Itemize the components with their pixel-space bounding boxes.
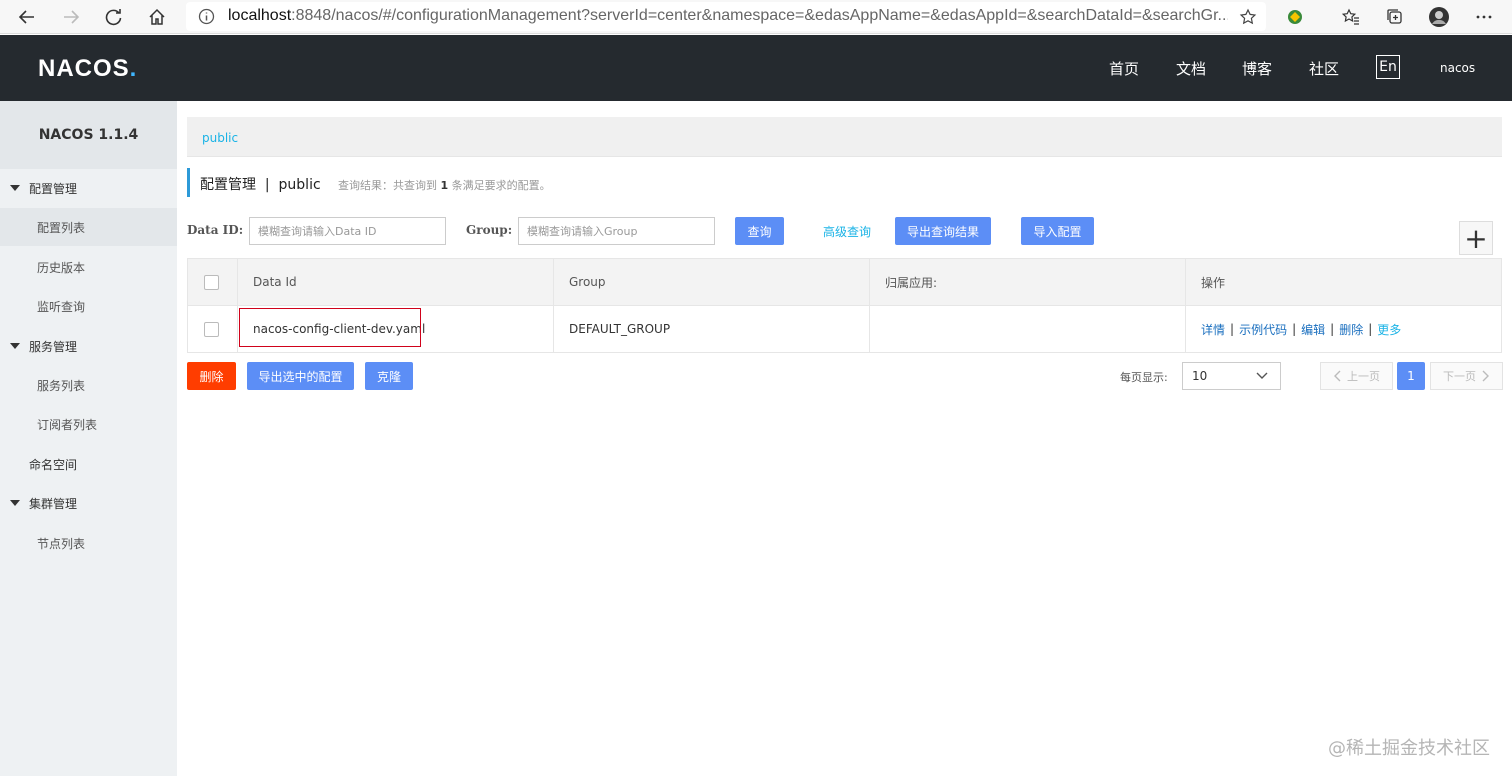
nacos-logo[interactable]: NACOS. bbox=[38, 55, 137, 83]
refresh-icon[interactable] bbox=[101, 4, 127, 30]
forward-icon[interactable] bbox=[58, 4, 84, 30]
cell-group: DEFAULT_GROUP bbox=[554, 306, 870, 352]
sidebar-group-service[interactable]: 服务管理 bbox=[0, 327, 177, 365]
favorites-icon[interactable] bbox=[1338, 4, 1364, 30]
app-header: NACOS. 首页 文档 博客 社区 En nacos bbox=[0, 35, 1512, 101]
advanced-query-link[interactable]: 高级查询 bbox=[823, 223, 871, 240]
sidebar-group-cluster[interactable]: 集群管理 bbox=[0, 484, 177, 522]
favorite-star-icon[interactable] bbox=[1235, 4, 1261, 30]
nav-community[interactable]: 社区 bbox=[1309, 58, 1339, 79]
nav-docs[interactable]: 文档 bbox=[1176, 58, 1206, 79]
header-app: 归属应用: bbox=[870, 259, 1186, 305]
import-config-button[interactable]: 导入配置 bbox=[1021, 217, 1094, 245]
address-bar[interactable]: localhost:8848/nacos/#/configurationMana… bbox=[186, 2, 1266, 31]
export-selected-button[interactable]: 导出选中的配置 bbox=[247, 362, 354, 390]
op-edit[interactable]: 编辑 bbox=[1301, 321, 1325, 338]
watermark: @稀土掘金技术社区 bbox=[1328, 738, 1490, 759]
caret-down-icon bbox=[10, 185, 20, 191]
chevron-right-icon bbox=[1482, 370, 1489, 382]
browser-toolbar: localhost:8848/nacos/#/configurationMana… bbox=[0, 0, 1512, 34]
op-detail[interactable]: 详情 bbox=[1201, 321, 1225, 338]
sidebar-item-namespace[interactable]: 命名空间 bbox=[0, 445, 177, 483]
op-sample-code[interactable]: 示例代码 bbox=[1239, 321, 1287, 338]
header-group: Group bbox=[554, 259, 870, 305]
dataid-input[interactable]: 模糊查询请输入Data ID bbox=[249, 217, 446, 245]
sidebar-item-subscriber-list[interactable]: 订阅者列表 bbox=[0, 405, 177, 443]
sidebar-group-config[interactable]: 配置管理 bbox=[0, 169, 177, 207]
per-page-label: 每页显示: bbox=[1120, 371, 1168, 384]
sidebar-title: NACOS 1.1.4 bbox=[0, 101, 177, 169]
profile-avatar-icon[interactable] bbox=[1426, 4, 1452, 30]
url-text: localhost:8848/nacos/#/configurationMana… bbox=[228, 7, 1228, 24]
title-accent bbox=[187, 168, 190, 197]
cell-actions: 详情 | 示例代码 | 编辑 | 删除 | 更多 bbox=[1201, 321, 1402, 338]
sidebar-item-listener-query[interactable]: 监听查询 bbox=[0, 287, 177, 325]
chevron-down-icon bbox=[1256, 372, 1268, 379]
query-button[interactable]: 查询 bbox=[735, 217, 784, 245]
caret-down-icon bbox=[10, 343, 20, 349]
per-page-select[interactable]: 10 bbox=[1182, 362, 1281, 390]
cell-app bbox=[870, 306, 1186, 352]
info-icon[interactable] bbox=[198, 8, 215, 25]
page-title: 配置管理 | public bbox=[200, 177, 321, 193]
nav-home[interactable]: 首页 bbox=[1109, 58, 1139, 79]
prev-page-button[interactable]: 上一页 bbox=[1320, 362, 1393, 390]
namespace-bar: public bbox=[187, 117, 1502, 157]
nav-blog[interactable]: 博客 bbox=[1242, 58, 1272, 79]
extension-icon[interactable] bbox=[1282, 4, 1308, 30]
op-more[interactable]: 更多 bbox=[1377, 321, 1401, 338]
export-results-button[interactable]: 导出查询结果 bbox=[895, 217, 991, 245]
user-name[interactable]: nacos bbox=[1440, 61, 1475, 75]
result-summary: 查询结果：共查询到 1 条满足要求的配置。 bbox=[338, 179, 551, 192]
group-input[interactable]: 模糊查询请输入Group bbox=[518, 217, 715, 245]
more-menu-icon[interactable] bbox=[1471, 4, 1497, 30]
collections-icon[interactable] bbox=[1382, 4, 1408, 30]
delete-button[interactable]: 删除 bbox=[187, 362, 236, 390]
caret-down-icon bbox=[10, 500, 20, 506]
header-actions: 操作 bbox=[1201, 275, 1226, 290]
row-checkbox[interactable] bbox=[204, 321, 219, 337]
highlight-annotation-box bbox=[239, 308, 421, 347]
op-delete[interactable]: 删除 bbox=[1339, 321, 1363, 338]
add-config-button[interactable]: + bbox=[1459, 221, 1493, 255]
dataid-label: Data ID: bbox=[187, 223, 244, 237]
sidebar-item-service-list[interactable]: 服务列表 bbox=[0, 366, 177, 404]
sidebar-item-config-list[interactable]: 配置列表 bbox=[0, 208, 177, 246]
clone-button[interactable]: 克隆 bbox=[365, 362, 413, 390]
chevron-left-icon bbox=[1334, 370, 1341, 382]
header-data-id: Data Id bbox=[238, 259, 554, 305]
sidebar-item-node-list[interactable]: 节点列表 bbox=[0, 524, 177, 562]
sidebar-item-history[interactable]: 历史版本 bbox=[0, 248, 177, 286]
sidebar: NACOS 1.1.4 配置管理 配置列表 历史版本 监听查询 服务管理 服务列… bbox=[0, 101, 177, 776]
row-select-cell bbox=[188, 306, 238, 352]
language-switch[interactable]: En bbox=[1376, 55, 1400, 79]
table-header: Data Id Group 归属应用: 操作 bbox=[188, 259, 1501, 306]
next-page-button[interactable]: 下一页 bbox=[1430, 362, 1503, 390]
back-icon[interactable] bbox=[14, 4, 40, 30]
namespace-tab-public[interactable]: public bbox=[202, 131, 238, 145]
select-all-checkbox[interactable] bbox=[204, 274, 219, 290]
home-icon[interactable] bbox=[144, 4, 170, 30]
page-1-button[interactable]: 1 bbox=[1397, 362, 1425, 390]
group-label: Group: bbox=[466, 223, 513, 237]
select-all-cell bbox=[188, 259, 238, 305]
